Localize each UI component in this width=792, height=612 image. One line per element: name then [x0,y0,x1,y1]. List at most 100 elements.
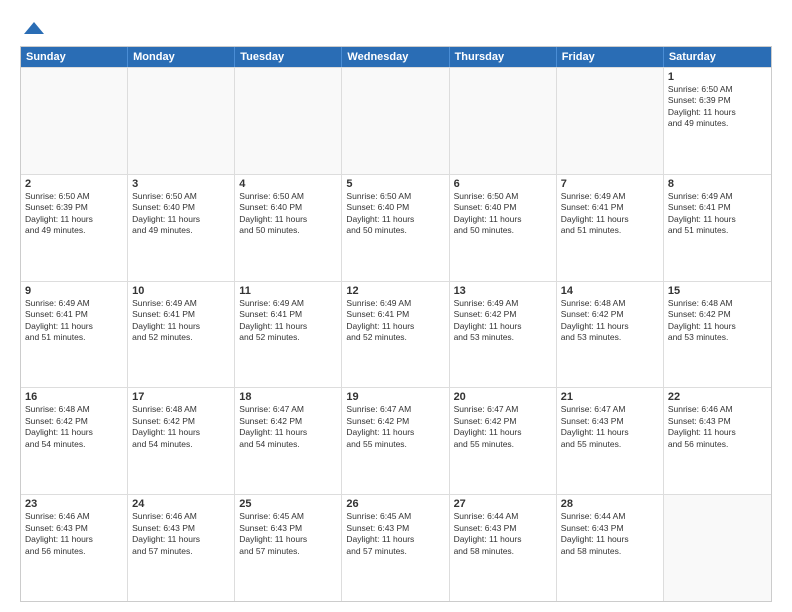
day-number: 18 [239,391,337,403]
day-info: Sunrise: 6:48 AM Sunset: 6:42 PM Dayligh… [132,404,230,450]
day-number: 20 [454,391,552,403]
calendar-week-row: 9Sunrise: 6:49 AM Sunset: 6:41 PM Daylig… [21,281,771,388]
day-info: Sunrise: 6:47 AM Sunset: 6:42 PM Dayligh… [454,404,552,450]
header [20,16,772,40]
day-number: 22 [668,391,767,403]
calendar-cell: 10Sunrise: 6:49 AM Sunset: 6:41 PM Dayli… [128,282,235,388]
calendar-header-cell: Sunday [21,47,128,67]
day-info: Sunrise: 6:49 AM Sunset: 6:41 PM Dayligh… [132,298,230,344]
day-info: Sunrise: 6:46 AM Sunset: 6:43 PM Dayligh… [668,404,767,450]
calendar-week-row: 2Sunrise: 6:50 AM Sunset: 6:39 PM Daylig… [21,174,771,281]
calendar-cell: 2Sunrise: 6:50 AM Sunset: 6:39 PM Daylig… [21,175,128,281]
day-number: 7 [561,178,659,190]
day-info: Sunrise: 6:49 AM Sunset: 6:41 PM Dayligh… [668,191,767,237]
day-info: Sunrise: 6:48 AM Sunset: 6:42 PM Dayligh… [25,404,123,450]
calendar-cell: 17Sunrise: 6:48 AM Sunset: 6:42 PM Dayli… [128,388,235,494]
calendar-cell: 6Sunrise: 6:50 AM Sunset: 6:40 PM Daylig… [450,175,557,281]
day-info: Sunrise: 6:49 AM Sunset: 6:41 PM Dayligh… [561,191,659,237]
day-number: 14 [561,285,659,297]
calendar-header-cell: Monday [128,47,235,67]
calendar-cell: 13Sunrise: 6:49 AM Sunset: 6:42 PM Dayli… [450,282,557,388]
calendar-header-cell: Saturday [664,47,771,67]
day-number: 23 [25,498,123,510]
calendar-cell: 5Sunrise: 6:50 AM Sunset: 6:40 PM Daylig… [342,175,449,281]
day-info: Sunrise: 6:50 AM Sunset: 6:40 PM Dayligh… [454,191,552,237]
day-number: 3 [132,178,230,190]
calendar-cell: 7Sunrise: 6:49 AM Sunset: 6:41 PM Daylig… [557,175,664,281]
calendar: SundayMondayTuesdayWednesdayThursdayFrid… [20,46,772,602]
calendar-week-row: 16Sunrise: 6:48 AM Sunset: 6:42 PM Dayli… [21,387,771,494]
day-number: 11 [239,285,337,297]
day-number: 16 [25,391,123,403]
day-info: Sunrise: 6:50 AM Sunset: 6:40 PM Dayligh… [239,191,337,237]
calendar-cell: 22Sunrise: 6:46 AM Sunset: 6:43 PM Dayli… [664,388,771,494]
day-info: Sunrise: 6:47 AM Sunset: 6:42 PM Dayligh… [239,404,337,450]
day-number: 8 [668,178,767,190]
day-number: 17 [132,391,230,403]
calendar-cell: 21Sunrise: 6:47 AM Sunset: 6:43 PM Dayli… [557,388,664,494]
day-info: Sunrise: 6:45 AM Sunset: 6:43 PM Dayligh… [239,511,337,557]
calendar-cell: 25Sunrise: 6:45 AM Sunset: 6:43 PM Dayli… [235,495,342,601]
day-number: 27 [454,498,552,510]
calendar-cell: 15Sunrise: 6:48 AM Sunset: 6:42 PM Dayli… [664,282,771,388]
day-number: 15 [668,285,767,297]
day-number: 9 [25,285,123,297]
calendar-cell [450,68,557,174]
calendar-header-cell: Friday [557,47,664,67]
day-number: 24 [132,498,230,510]
calendar-cell: 28Sunrise: 6:44 AM Sunset: 6:43 PM Dayli… [557,495,664,601]
calendar-cell: 1Sunrise: 6:50 AM Sunset: 6:39 PM Daylig… [664,68,771,174]
day-number: 12 [346,285,444,297]
calendar-cell [128,68,235,174]
day-number: 4 [239,178,337,190]
calendar-cell: 23Sunrise: 6:46 AM Sunset: 6:43 PM Dayli… [21,495,128,601]
calendar-cell [235,68,342,174]
day-info: Sunrise: 6:46 AM Sunset: 6:43 PM Dayligh… [132,511,230,557]
day-number: 26 [346,498,444,510]
day-info: Sunrise: 6:48 AM Sunset: 6:42 PM Dayligh… [668,298,767,344]
calendar-cell [342,68,449,174]
day-number: 1 [668,71,767,83]
calendar-cell: 24Sunrise: 6:46 AM Sunset: 6:43 PM Dayli… [128,495,235,601]
day-number: 6 [454,178,552,190]
calendar-cell: 12Sunrise: 6:49 AM Sunset: 6:41 PM Dayli… [342,282,449,388]
calendar-cell: 20Sunrise: 6:47 AM Sunset: 6:42 PM Dayli… [450,388,557,494]
logo-text [20,16,46,40]
calendar-cell: 26Sunrise: 6:45 AM Sunset: 6:43 PM Dayli… [342,495,449,601]
day-info: Sunrise: 6:49 AM Sunset: 6:41 PM Dayligh… [25,298,123,344]
calendar-cell: 8Sunrise: 6:49 AM Sunset: 6:41 PM Daylig… [664,175,771,281]
logo-icon [22,16,46,40]
day-info: Sunrise: 6:45 AM Sunset: 6:43 PM Dayligh… [346,511,444,557]
day-number: 5 [346,178,444,190]
calendar-cell [664,495,771,601]
day-number: 19 [346,391,444,403]
day-info: Sunrise: 6:48 AM Sunset: 6:42 PM Dayligh… [561,298,659,344]
day-number: 13 [454,285,552,297]
calendar-cell [557,68,664,174]
day-number: 28 [561,498,659,510]
day-number: 10 [132,285,230,297]
calendar-cell: 9Sunrise: 6:49 AM Sunset: 6:41 PM Daylig… [21,282,128,388]
day-info: Sunrise: 6:49 AM Sunset: 6:41 PM Dayligh… [346,298,444,344]
logo [20,16,46,40]
day-info: Sunrise: 6:50 AM Sunset: 6:39 PM Dayligh… [25,191,123,237]
day-info: Sunrise: 6:50 AM Sunset: 6:39 PM Dayligh… [668,84,767,130]
calendar-cell: 4Sunrise: 6:50 AM Sunset: 6:40 PM Daylig… [235,175,342,281]
page: SundayMondayTuesdayWednesdayThursdayFrid… [0,0,792,612]
calendar-header-cell: Thursday [450,47,557,67]
calendar-header-cell: Wednesday [342,47,449,67]
day-info: Sunrise: 6:47 AM Sunset: 6:43 PM Dayligh… [561,404,659,450]
day-number: 21 [561,391,659,403]
calendar-cell: 18Sunrise: 6:47 AM Sunset: 6:42 PM Dayli… [235,388,342,494]
calendar-cell: 11Sunrise: 6:49 AM Sunset: 6:41 PM Dayli… [235,282,342,388]
day-info: Sunrise: 6:49 AM Sunset: 6:41 PM Dayligh… [239,298,337,344]
day-info: Sunrise: 6:46 AM Sunset: 6:43 PM Dayligh… [25,511,123,557]
calendar-cell: 3Sunrise: 6:50 AM Sunset: 6:40 PM Daylig… [128,175,235,281]
day-number: 2 [25,178,123,190]
day-info: Sunrise: 6:44 AM Sunset: 6:43 PM Dayligh… [454,511,552,557]
day-info: Sunrise: 6:44 AM Sunset: 6:43 PM Dayligh… [561,511,659,557]
calendar-week-row: 23Sunrise: 6:46 AM Sunset: 6:43 PM Dayli… [21,494,771,601]
calendar-header-cell: Tuesday [235,47,342,67]
calendar-cell: 19Sunrise: 6:47 AM Sunset: 6:42 PM Dayli… [342,388,449,494]
calendar-header: SundayMondayTuesdayWednesdayThursdayFrid… [21,47,771,67]
